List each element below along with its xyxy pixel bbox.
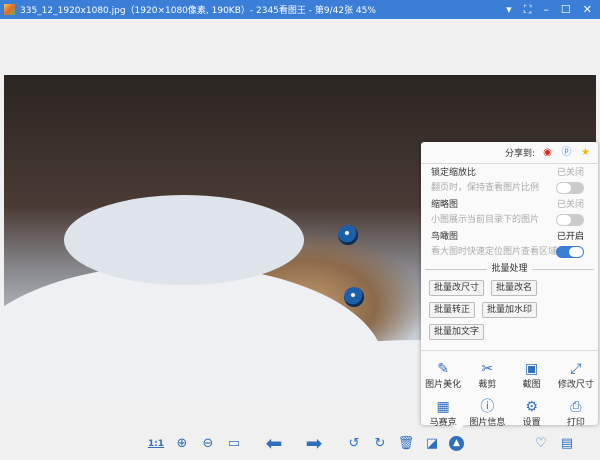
- option-desc: 翻页时，保持查看图片比例: [431, 183, 540, 193]
- more-options-panel: 分享到: ◉ ⓟ ★ 锁定缩放比 已关闭 翻页时，保持查看图片比例 缩略图 已关…: [421, 142, 598, 431]
- tool-label: 图片美化: [425, 380, 462, 390]
- actual-size-button[interactable]: 1:1: [147, 436, 165, 452]
- slideshow-icon[interactable]: ▭: [225, 436, 243, 452]
- title-bar: 335_12_1920x1080.jpg（1920×1080像素, 190KB）…: [0, 0, 600, 19]
- menu-dropdown-icon[interactable]: ▾: [506, 3, 512, 16]
- tool-settings[interactable]: ⚙ 设置: [510, 399, 554, 429]
- tool-label: 裁剪: [478, 380, 497, 390]
- tool-label: 截图: [522, 380, 541, 390]
- option-thumbnails: 缩略图 已关闭 小图展示当前目录下的图片: [421, 196, 598, 228]
- screenshot-icon: ▣: [525, 361, 539, 377]
- fullscreen-icon[interactable]: ⛶: [524, 3, 532, 17]
- zoom-out-icon[interactable]: ⊖: [199, 436, 217, 452]
- maximize-button[interactable]: ☐: [561, 3, 571, 16]
- batch-rotate-button[interactable]: 批量转正: [429, 302, 476, 318]
- option-name: 缩略图: [431, 200, 459, 210]
- edit-icon: ✎: [437, 361, 449, 377]
- window-title: 335_12_1920x1080.jpg（1920×1080像素, 190KB）…: [20, 6, 376, 16]
- tool-info[interactable]: ⓘ 图片信息: [465, 399, 509, 429]
- tool-screenshot[interactable]: ▣ 截图: [510, 361, 554, 391]
- more-chevron-up-icon[interactable]: ▲: [449, 436, 464, 451]
- info-icon: ⓘ: [480, 399, 495, 415]
- option-state: 已关闭: [556, 200, 584, 210]
- thumbnails-toggle[interactable]: [556, 214, 584, 226]
- minimize-button[interactable]: –: [543, 3, 549, 16]
- batch-title: 批量处理: [487, 264, 532, 274]
- resize-icon: ⤢: [570, 361, 582, 377]
- tool-mosaic[interactable]: ▦ 马赛克: [421, 399, 465, 429]
- bottom-toolbar: 1:1 ⊕ ⊖ ▭ ⬅ ➡ ↺ ↻ 🗑 ◪ ▲ ♡ ▤: [0, 430, 600, 460]
- previous-arrow-icon[interactable]: ⬅: [262, 433, 286, 453]
- app-icon: [4, 4, 15, 15]
- edit-icon[interactable]: ◪: [423, 436, 441, 452]
- zoom-in-icon[interactable]: ⊕: [173, 436, 191, 452]
- tool-label: 设置: [522, 418, 541, 428]
- p-share-icon[interactable]: ⓟ: [560, 146, 573, 159]
- option-lock-zoom: 锁定缩放比 已关闭 翻页时，保持查看图片比例: [421, 164, 598, 196]
- option-desc: 小图展示当前目录下的图片: [431, 215, 540, 225]
- tool-label: 修改尺寸: [557, 380, 594, 390]
- mosaic-icon: ▦: [436, 399, 450, 415]
- option-name: 锁定缩放比: [431, 168, 477, 178]
- favorite-star-icon[interactable]: ★: [579, 146, 592, 159]
- next-arrow-icon[interactable]: ➡: [302, 433, 326, 453]
- scissors-icon: ✂: [481, 361, 494, 377]
- close-button[interactable]: ✕: [583, 3, 592, 16]
- option-desc: 看大图时快速定位图片查看区域: [431, 247, 558, 257]
- printer-icon: ⎙: [570, 399, 582, 415]
- tool-resize[interactable]: ⤢ 修改尺寸: [554, 361, 598, 391]
- option-state: 已开启: [556, 232, 584, 242]
- weibo-icon[interactable]: ◉: [541, 146, 554, 159]
- gear-icon: ⚙: [525, 399, 538, 415]
- option-birdseye: 鸟瞰图 已开启 看大图时快速定位图片查看区域: [421, 228, 598, 260]
- option-state: 已关闭: [556, 168, 584, 178]
- batch-add-text-button[interactable]: 批量加文字: [429, 324, 485, 340]
- tool-label: 打印: [566, 418, 585, 428]
- lock-zoom-toggle[interactable]: [556, 182, 584, 194]
- open-folder-icon[interactable]: ▤: [558, 436, 576, 452]
- batch-section: 批量处理: [421, 262, 598, 276]
- tool-beautify[interactable]: ✎ 图片美化: [421, 361, 465, 391]
- share-label: 分享到:: [504, 149, 535, 159]
- tool-crop[interactable]: ✂ 裁剪: [465, 361, 509, 391]
- delete-icon[interactable]: 🗑: [397, 436, 415, 452]
- birdseye-toggle[interactable]: [556, 246, 584, 258]
- tool-print[interactable]: ⎙ 打印: [554, 399, 598, 429]
- batch-resize-button[interactable]: 批量改尺寸: [429, 280, 485, 296]
- favorite-heart-icon[interactable]: ♡: [532, 436, 550, 452]
- batch-watermark-button[interactable]: 批量加水印: [482, 302, 538, 318]
- rotate-left-icon[interactable]: ↺: [345, 436, 363, 452]
- tool-label: 马赛克: [429, 418, 457, 428]
- tool-label: 图片信息: [469, 418, 506, 428]
- option-name: 鸟瞰图: [431, 232, 459, 242]
- batch-rename-button[interactable]: 批量改名: [491, 280, 538, 296]
- rotate-right-icon[interactable]: ↻: [371, 436, 389, 452]
